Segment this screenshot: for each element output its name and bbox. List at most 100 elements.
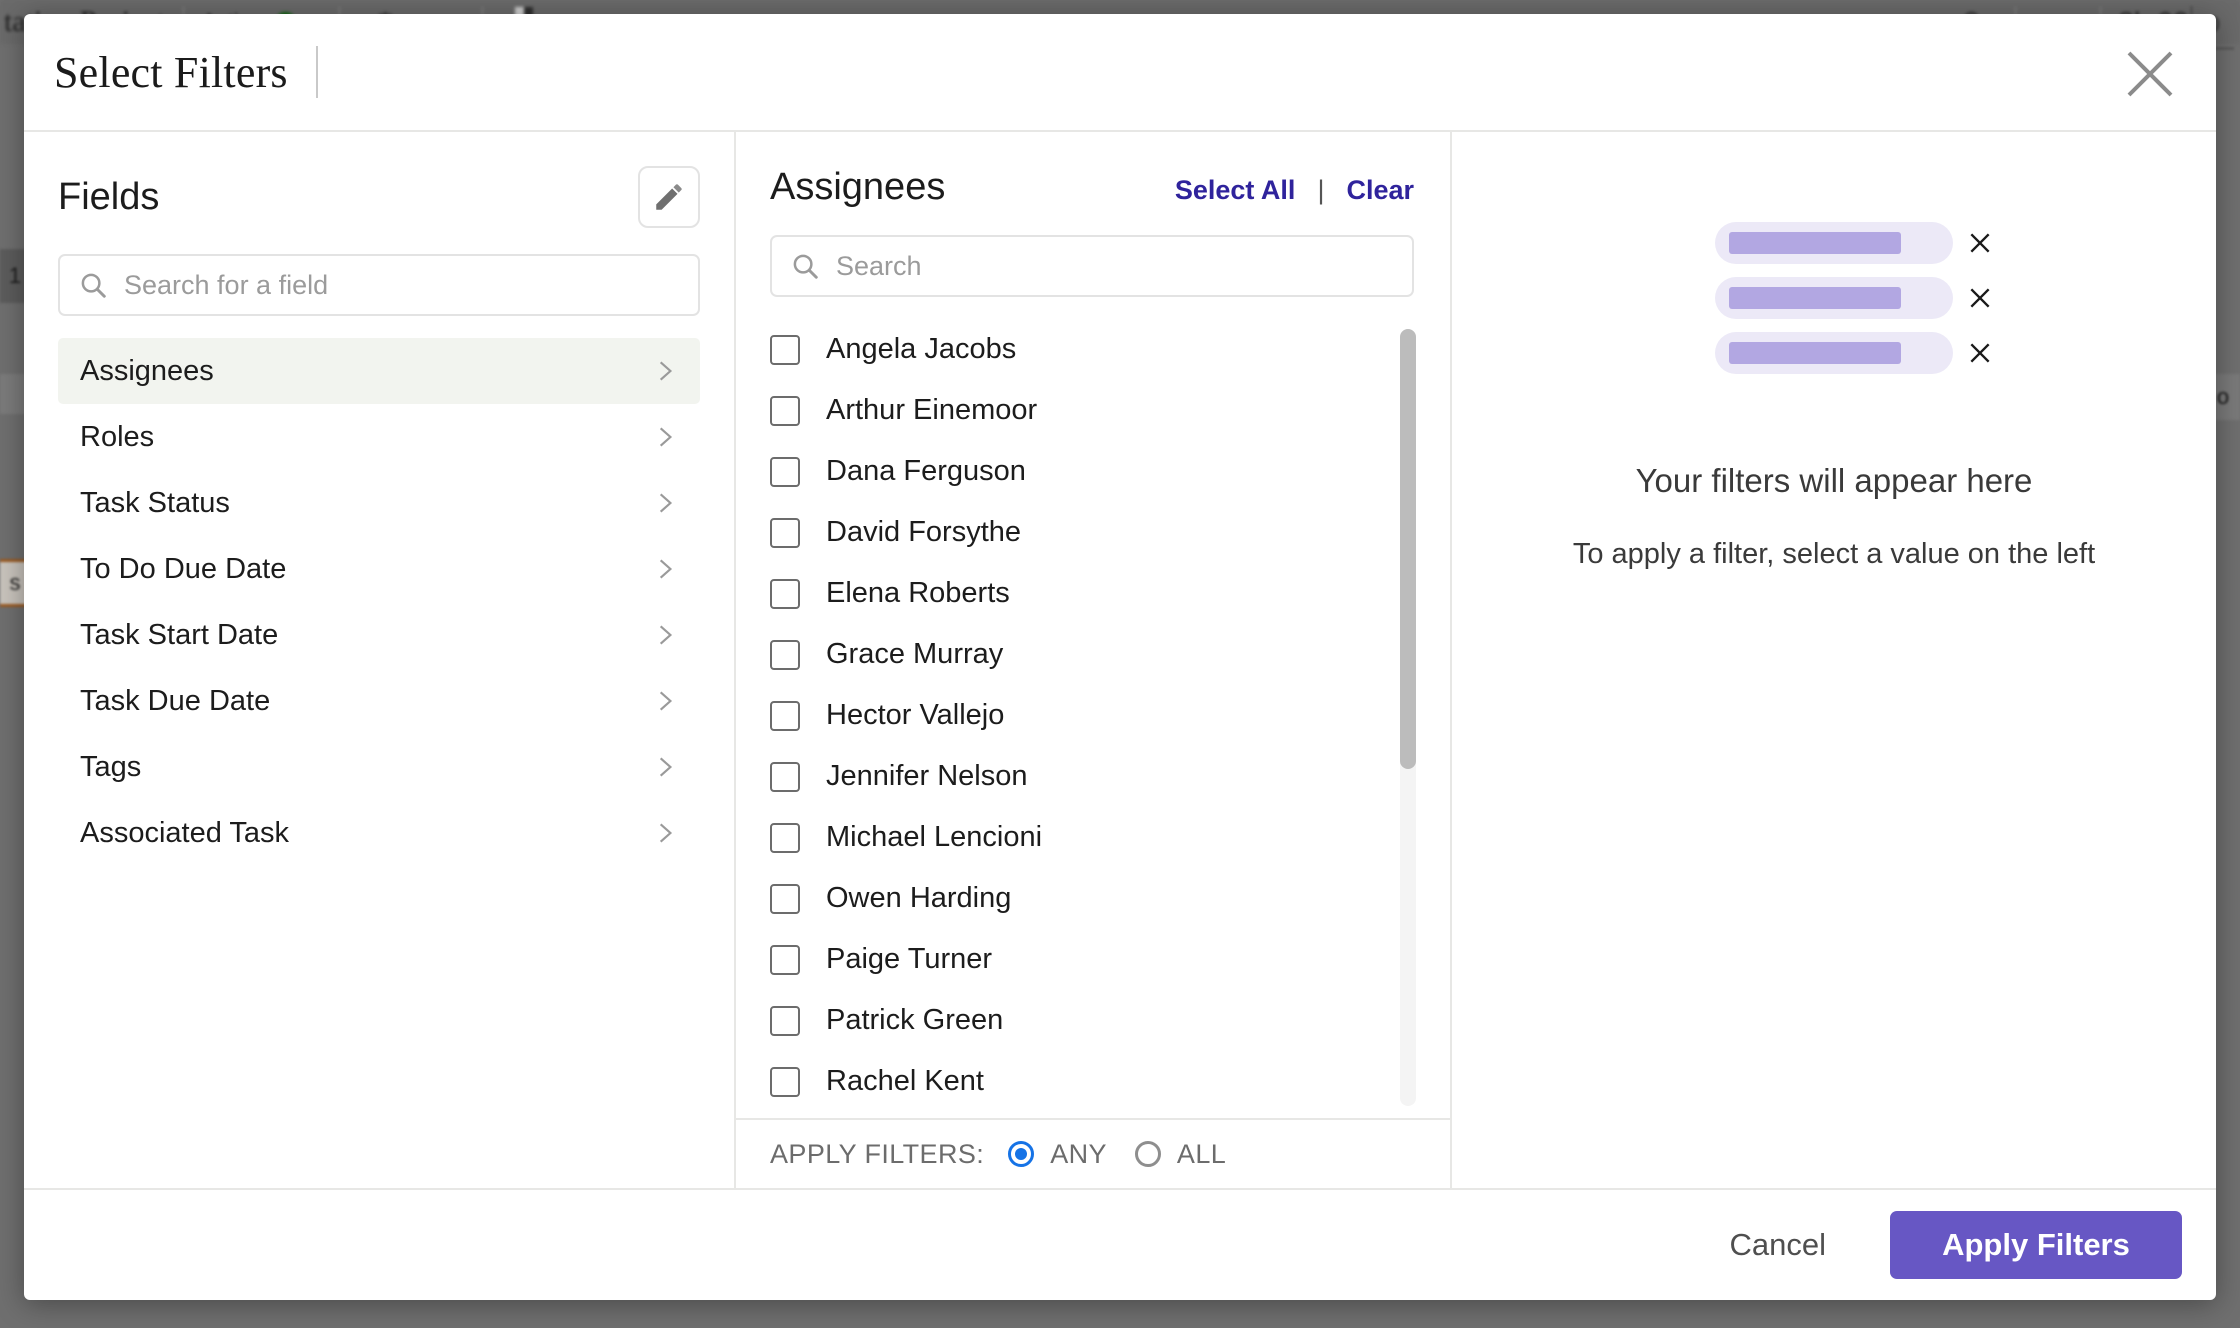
close-icon <box>2127 51 2173 97</box>
preview-subtitle: To apply a filter, select a value on the… <box>1572 538 2096 570</box>
assignee-name: Arthur Einemoor <box>826 394 1038 426</box>
field-row-roles[interactable]: Roles <box>58 404 700 470</box>
placeholder-bar <box>1729 342 1901 364</box>
select-filters-dialog: Select Filters Fields Search for a field… <box>24 14 2216 1300</box>
assignee-list-scrollbar[interactable] <box>1400 329 1416 1106</box>
radio-icon[interactable] <box>1134 1141 1161 1167</box>
assignee-name: Hector Vallejo <box>826 699 1005 731</box>
field-row-assignees[interactable]: Assignees <box>58 338 700 404</box>
field-row-task-due-date[interactable]: Task Due Date <box>58 668 700 734</box>
placeholder-chip <box>1715 277 1990 319</box>
scrollbar-thumb[interactable] <box>1400 329 1416 769</box>
filter-preview-panel: Your filters will appear here To apply a… <box>1452 132 2216 1188</box>
field-row-tags[interactable]: Tags <box>58 734 700 800</box>
placeholder-chip-row <box>1715 277 1990 319</box>
assignee-name: Owen Harding <box>826 882 1012 914</box>
list-item[interactable]: Paige Turner <box>770 929 1450 990</box>
chevron-right-icon <box>659 427 673 447</box>
placeholder-bar <box>1729 232 1901 254</box>
cancel-button[interactable]: Cancel <box>1708 1215 1849 1275</box>
dialog-title: Select Filters <box>54 47 288 97</box>
assignee-name: Angela Jacobs <box>826 333 1017 365</box>
checkbox[interactable] <box>770 944 800 975</box>
fields-heading: Fields <box>58 175 160 218</box>
close-button[interactable] <box>2118 42 2182 106</box>
apply-filters-button[interactable]: Apply Filters <box>1890 1211 2182 1279</box>
list-item[interactable]: Rachel Kent <box>770 1051 1450 1112</box>
dialog-footer: Cancel Apply Filters <box>24 1188 2216 1300</box>
select-all-button[interactable]: Select All <box>1175 175 1296 206</box>
remove-icon[interactable] <box>1967 340 1993 366</box>
radio-label: ALL <box>1176 1138 1227 1169</box>
checkbox[interactable] <box>770 334 800 365</box>
placeholder-bar <box>1729 287 1901 309</box>
remove-icon[interactable] <box>1967 230 1993 256</box>
field-row-task-status[interactable]: Task Status <box>58 470 700 536</box>
actions-separator: | <box>1317 175 1325 205</box>
checkbox[interactable] <box>770 700 800 731</box>
list-item[interactable]: Owen Harding <box>770 868 1450 929</box>
assignee-search-box[interactable] <box>770 235 1414 297</box>
field-row-to-do-due-date[interactable]: To Do Due Date <box>58 536 700 602</box>
assignee-name: Paige Turner <box>826 943 993 975</box>
checkbox[interactable] <box>770 395 800 426</box>
checkbox[interactable] <box>770 639 800 670</box>
placeholder-chip <box>1715 332 1990 374</box>
placeholder-chip-stack <box>1715 222 1990 374</box>
list-item[interactable]: Jennifer Nelson <box>770 746 1450 807</box>
field-list: Assignees Roles Task Status To Do Due Da… <box>58 338 700 866</box>
clear-button[interactable]: Clear <box>1346 175 1414 206</box>
list-item[interactable]: Arthur Einemoor <box>770 380 1450 441</box>
chevron-right-icon <box>659 559 673 579</box>
checkbox[interactable] <box>770 761 800 792</box>
chevron-right-icon <box>659 691 673 711</box>
assignee-list: Angela Jacobs Arthur Einemoor Dana Fergu… <box>736 319 1450 1118</box>
field-row-task-start-date[interactable]: Task Start Date <box>58 602 700 668</box>
chevron-right-icon <box>659 757 673 777</box>
assignee-name: Grace Murray <box>826 638 1004 670</box>
checkbox[interactable] <box>770 1005 800 1036</box>
checkbox[interactable] <box>770 822 800 853</box>
radio-icon[interactable] <box>1008 1141 1035 1167</box>
placeholder-chip <box>1715 222 1990 264</box>
list-item[interactable]: David Forsythe <box>770 502 1450 563</box>
pencil-icon <box>656 184 682 210</box>
chevron-right-icon <box>659 823 673 843</box>
list-item[interactable]: Dana Ferguson <box>770 441 1450 502</box>
fields-panel: Fields Assignees <box>24 132 736 1188</box>
assignee-name: Patrick Green <box>826 1004 1004 1036</box>
apply-filters-label: APPLY FILTERS: <box>770 1138 985 1169</box>
assignee-name: Elena Roberts <box>826 577 1010 609</box>
values-header: Assignees Select All | Clear <box>736 132 1450 209</box>
radio-option-all[interactable]: ALL <box>1134 1138 1227 1170</box>
list-item[interactable]: Angela Jacobs <box>770 319 1450 380</box>
assignee-name: Jennifer Nelson <box>826 760 1028 792</box>
dialog-body: Fields Assignees <box>24 130 2216 1188</box>
radio-option-any[interactable]: ANY <box>1008 1139 1107 1170</box>
list-item[interactable]: Grace Murray <box>770 624 1450 685</box>
checkbox[interactable] <box>770 456 800 487</box>
checkbox[interactable] <box>770 883 800 914</box>
list-item[interactable]: Michael Lencioni <box>770 807 1450 868</box>
checkbox[interactable] <box>770 1066 800 1097</box>
apply-filters-mode-row: APPLY FILTERS: ANY ALL <box>736 1118 1450 1188</box>
search-icon <box>793 254 818 279</box>
field-search-box[interactable] <box>58 254 700 316</box>
list-item[interactable]: Patrick Green <box>770 990 1450 1051</box>
checkbox[interactable] <box>770 517 800 548</box>
edit-fields-button[interactable] <box>638 166 700 228</box>
field-label: Roles <box>80 420 155 453</box>
list-item[interactable]: Elena Roberts <box>770 563 1450 624</box>
field-label: Assignees <box>80 354 214 387</box>
values-panel: Assignees Select All | Clear Search Ange… <box>736 132 1452 1188</box>
field-search-input[interactable] <box>124 269 680 301</box>
list-item[interactable]: Hector Vallejo <box>770 685 1450 746</box>
field-label: To Do Due Date <box>80 552 287 585</box>
checkbox[interactable] <box>770 578 800 609</box>
assignee-name: Michael Lencioni <box>826 821 1043 853</box>
remove-icon[interactable] <box>1967 285 1993 311</box>
assignee-search-input[interactable] <box>836 250 1394 282</box>
field-label: Associated Task <box>80 816 290 849</box>
field-label: Tags <box>80 750 142 783</box>
field-row-associated-task[interactable]: Associated Task <box>58 800 700 866</box>
